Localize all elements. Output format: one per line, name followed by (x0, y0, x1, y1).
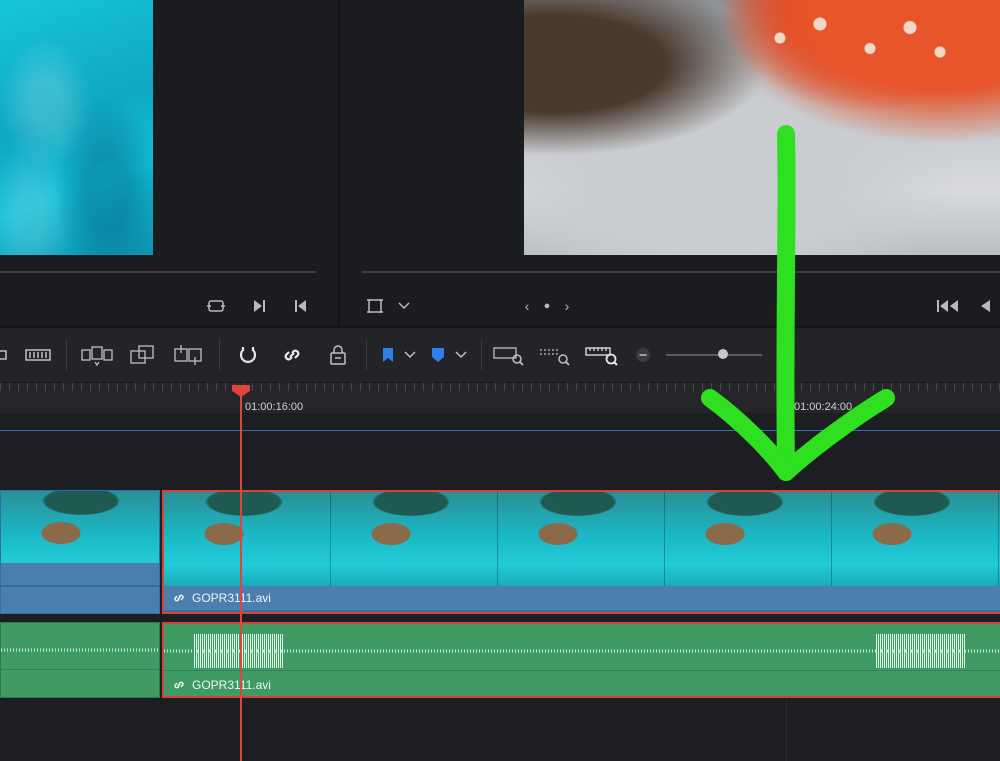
audio-peak (194, 634, 284, 668)
crop-icon[interactable] (364, 295, 386, 317)
play-next-icon[interactable] (248, 295, 270, 317)
clip-label-bar (0, 586, 160, 614)
audio-clip-divider (1, 669, 159, 670)
audio-clip[interactable] (0, 622, 160, 698)
zoom-custom-icon[interactable] (585, 341, 619, 369)
clip-name: GOPR3111.avi (192, 678, 271, 692)
clip-label-bar (1, 563, 159, 585)
viewer-divider (338, 0, 340, 328)
toolbar-separator (366, 340, 367, 370)
replace-clip-icon[interactable] (172, 341, 204, 369)
marker-icon[interactable] (429, 341, 447, 369)
edit-mode-icon[interactable] (0, 341, 10, 369)
marker-dropdown-chevron-icon[interactable] (453, 341, 469, 369)
clip-label-bar: GOPR3111.avi (164, 586, 1000, 610)
audio-peak (876, 634, 966, 668)
audio-waveform (164, 640, 1000, 662)
zoom-full-icon[interactable] (493, 341, 525, 369)
audio-clip-selected[interactable]: GOPR3111.avi (162, 622, 1000, 698)
timecode-label: 01:00:16:00 (245, 401, 304, 413)
toolbar-separator (66, 340, 67, 370)
zoom-out-icon[interactable] (634, 341, 652, 369)
clip-name: GOPR3111.avi (192, 591, 271, 605)
playhead-line[interactable] (240, 396, 242, 761)
link-icon (172, 678, 186, 692)
annotation-arrow-icon (701, 125, 895, 481)
fish-pattern (760, 10, 960, 80)
rewind-start-icon[interactable] (934, 295, 962, 317)
audio-clip-divider (164, 670, 1000, 671)
source-viewer-frame[interactable] (0, 0, 153, 255)
previous-clip-button[interactable]: ‹ (516, 295, 538, 317)
snapping-icon[interactable] (236, 341, 260, 369)
current-clip-indicator[interactable]: ● (536, 295, 558, 317)
overwrite-clip-icon[interactable] (128, 341, 156, 369)
jump-prev-icon[interactable] (290, 295, 312, 317)
flag-icon[interactable] (379, 341, 397, 369)
track-divider (786, 700, 787, 761)
flag-dropdown-chevron-icon[interactable] (402, 341, 418, 369)
prev-glyph: ‹ (524, 298, 530, 314)
dot-glyph: ● (543, 300, 551, 312)
play-reverse-icon[interactable] (974, 295, 996, 317)
next-glyph: › (564, 298, 570, 314)
source-scrub-bar[interactable] (0, 271, 316, 273)
clip-label: GOPR3111.avi (172, 678, 271, 692)
insert-clip-icon[interactable] (80, 341, 114, 369)
toolbar-separator (481, 340, 482, 370)
clip-frame-dividers (164, 492, 1000, 588)
toolbar-separator (219, 340, 220, 370)
linked-selection-icon[interactable] (280, 341, 304, 369)
link-icon (172, 591, 186, 605)
video-clip-selected[interactable]: GOPR3111.avi (162, 490, 1000, 614)
position-lock-icon[interactable] (326, 341, 350, 369)
next-clip-button[interactable]: › (556, 295, 578, 317)
zoom-detail-icon[interactable] (539, 341, 571, 369)
video-clip[interactable] (0, 490, 160, 586)
loop-icon[interactable] (205, 295, 227, 317)
audio-waveform (1, 639, 159, 661)
trim-icon[interactable] (24, 341, 52, 369)
chevron-down-icon[interactable] (393, 295, 415, 317)
